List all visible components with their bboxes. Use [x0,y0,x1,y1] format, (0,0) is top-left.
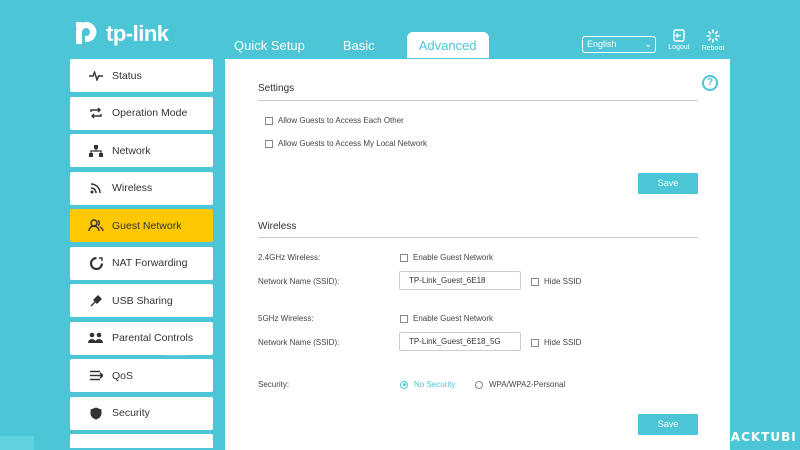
wifi-icon [88,180,104,196]
reboot-icon [706,29,720,43]
sidebar-item-label: Parental Controls [112,332,194,344]
settings-section-title: Settings [258,83,295,94]
logout-button[interactable]: Logout [663,29,695,51]
sidebar-item-label: Security [112,407,150,419]
shield-icon [88,405,104,421]
divider [258,100,698,101]
hide-ssid-5ghz-option[interactable]: Hide SSID [531,338,581,347]
sidebar-item-label: Guest Network [112,219,182,232]
sidebar-item-operation-mode[interactable]: Operation Mode [70,96,213,130]
sidebar-item-qos[interactable]: QoS [70,359,213,392]
sidebar-item-usb-sharing[interactable]: USB Sharing [70,284,213,317]
nat-icon [88,255,104,271]
sidebar-item-guest-network[interactable]: Guest Network [70,209,213,242]
security-label: Security: [258,380,290,389]
band-5ghz-label: 5GHz Wireless: [258,314,314,323]
checkbox-label: Hide SSID [544,338,582,347]
tab-basic[interactable]: Basic [333,32,385,58]
checkbox[interactable] [400,253,408,262]
reboot-button[interactable]: Reboot [697,29,729,52]
band-24ghz-label: 2.4GHz Wireless: [258,253,321,262]
tp-link-logo: tp-link [70,18,169,50]
tab-advanced[interactable]: Advanced [406,32,489,58]
sidebar-item-label: Network [112,144,151,157]
wireless-section-title: Wireless [258,221,297,232]
ssid-5ghz-label: Network Name (SSID): [258,338,340,347]
language-value: English [587,39,617,49]
sidebar-item-network[interactable]: Network [70,134,213,167]
family-icon [88,330,104,346]
ssid-24ghz-label: Network Name (SSID): [258,277,340,286]
sidebar-item-status[interactable]: Status [70,59,213,92]
ssid-5ghz-input[interactable]: TP-Link_Guest_6E18_5G [399,332,521,351]
pulse-icon [88,68,104,84]
ssid-24ghz-input[interactable]: TP-Link_Guest_6E18 [399,271,521,290]
tab-quick-setup[interactable]: Quick Setup [224,32,315,58]
sidebar-item-security[interactable]: Security [70,396,213,430]
enable-guest-5ghz-option[interactable]: Enable Guest Network [400,314,493,323]
checkbox[interactable] [265,116,273,125]
brand-name: tp-link [106,21,169,46]
checkbox[interactable] [400,314,408,323]
radio-unselected[interactable] [475,380,483,389]
radio-label: No Security [414,380,456,389]
checkbox-label: Enable Guest Network [413,314,494,323]
radio-label: WPA/WPA2-Personal [489,380,566,389]
checkbox-label: Enable Guest Network [413,253,494,262]
security-option-wpa[interactable]: WPA/WPA2-Personal [475,380,565,389]
sidebar-item-label: Status [112,69,142,82]
sidebar-item-parental-controls[interactable]: Parental Controls [70,321,213,355]
divider [258,237,698,238]
network-icon [88,143,104,159]
sidebar-item-label: NAT Forwarding [112,257,188,269]
help-icon[interactable]: ? [702,75,718,91]
guests-icon [88,218,104,234]
checkbox-label: Allow Guests to Access Each Other [278,116,404,125]
usb-icon [88,293,104,309]
sidebar-item-nat-forwarding[interactable]: NAT Forwarding [70,246,213,280]
reboot-label: Reboot [701,45,725,52]
settings-save-button[interactable]: Save [638,173,698,194]
tp-link-logo-icon [76,21,97,44]
logout-icon [673,29,685,42]
background-decoration [0,436,34,450]
sidebar-item-wireless[interactable]: Wireless [70,171,213,205]
sidebar: Status Operation Mode Network Wireless G… [70,59,213,450]
hide-ssid-24ghz-option[interactable]: Hide SSID [531,277,581,286]
checkbox[interactable] [531,277,539,286]
sidebar-item-partial[interactable] [70,434,213,448]
radio-selected[interactable] [400,380,408,389]
allow-guests-local-network-option[interactable]: Allow Guests to Access My Local Network [265,139,427,148]
enable-guest-24ghz-option[interactable]: Enable Guest Network [400,253,493,262]
watermark: BLACKTUBI [712,430,797,444]
sidebar-item-label: QoS [112,369,134,382]
checkbox[interactable] [265,139,273,148]
cycle-icon [88,105,104,121]
checkbox-label: Allow Guests to Access My Local Network [278,139,427,148]
sidebar-item-label: Wireless [112,182,153,194]
chevron-down-icon: ⌄ [644,39,652,49]
checkbox[interactable] [531,338,539,347]
sidebar-item-label: Operation Mode [112,107,188,119]
wireless-save-button[interactable]: Save [638,414,698,435]
sidebar-item-label: USB Sharing [112,294,173,307]
logout-label: Logout [668,44,690,51]
qos-icon [88,368,104,384]
checkbox-label: Hide SSID [544,277,582,286]
security-option-no-security[interactable]: No Security [400,380,455,389]
top-tabs: Quick Setup Basic Advanced [224,32,489,58]
language-select[interactable]: English ⌄ [582,36,656,53]
allow-guests-each-other-option[interactable]: Allow Guests to Access Each Other [265,116,404,125]
